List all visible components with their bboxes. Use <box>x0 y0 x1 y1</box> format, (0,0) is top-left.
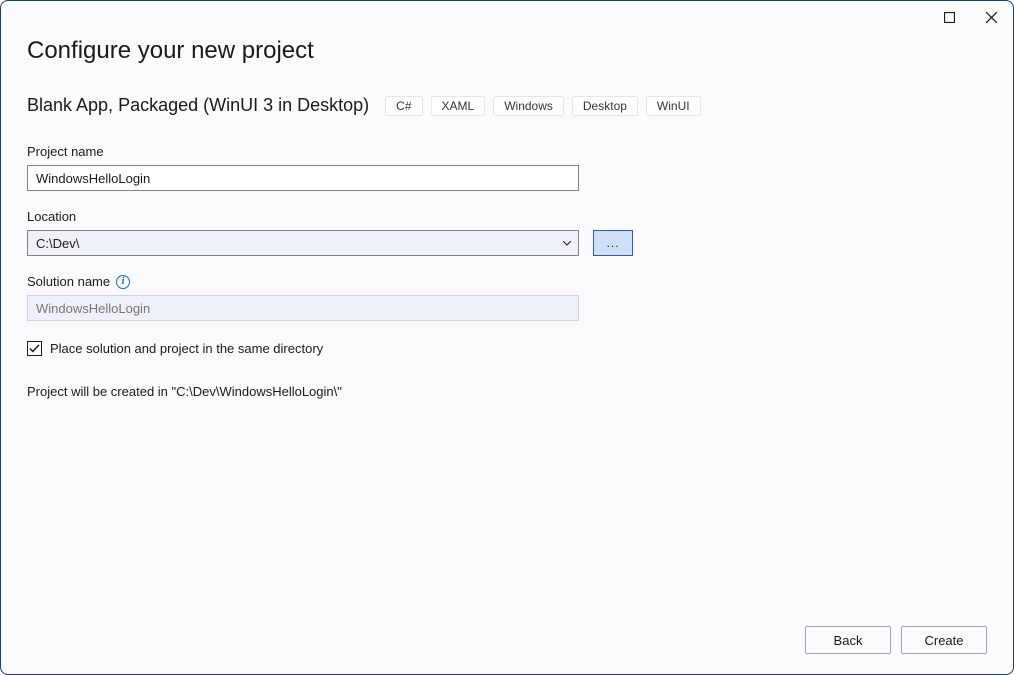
browse-button[interactable]: ... <box>593 230 633 256</box>
footer: Back Create <box>1 626 1013 674</box>
same-directory-label: Place solution and project in the same d… <box>50 341 323 356</box>
project-name-group: Project name <box>27 144 987 191</box>
location-group: Location C:\Dev\ ... <box>27 209 987 256</box>
template-row: Blank App, Packaged (WinUI 3 in Desktop)… <box>27 95 987 116</box>
location-row: C:\Dev\ ... <box>27 230 987 256</box>
chevron-down-icon <box>560 241 574 246</box>
template-name: Blank App, Packaged (WinUI 3 in Desktop) <box>27 95 369 116</box>
location-combo[interactable]: C:\Dev\ <box>27 230 579 256</box>
close-button[interactable] <box>977 3 1005 31</box>
content-area: Configure your new project Blank App, Pa… <box>1 33 1013 626</box>
info-icon[interactable]: i <box>116 275 130 289</box>
template-tags: C# XAML Windows Desktop WinUI <box>385 96 700 116</box>
project-name-label: Project name <box>27 144 987 159</box>
solution-name-label-row: Solution name i <box>27 274 987 289</box>
create-button[interactable]: Create <box>901 626 987 654</box>
tag-windows: Windows <box>493 96 564 116</box>
solution-name-group: Solution name i <box>27 274 987 321</box>
maximize-icon <box>944 12 955 23</box>
same-directory-row: Place solution and project in the same d… <box>27 341 987 356</box>
location-value: C:\Dev\ <box>36 236 560 251</box>
new-project-dialog: Configure your new project Blank App, Pa… <box>0 0 1014 675</box>
back-button[interactable]: Back <box>805 626 891 654</box>
project-name-input[interactable] <box>27 165 579 191</box>
creation-path-summary: Project will be created in "C:\Dev\Windo… <box>27 384 987 399</box>
tag-csharp: C# <box>385 96 422 116</box>
maximize-button[interactable] <box>935 3 963 31</box>
page-title: Configure your new project <box>27 37 987 65</box>
check-icon <box>29 343 40 354</box>
location-label: Location <box>27 209 987 224</box>
solution-name-label: Solution name <box>27 274 110 289</box>
tag-xaml: XAML <box>431 96 486 116</box>
solution-name-input <box>27 295 579 321</box>
close-icon <box>986 12 997 23</box>
titlebar <box>1 1 1013 33</box>
tag-desktop: Desktop <box>572 96 638 116</box>
same-directory-checkbox[interactable] <box>27 341 42 356</box>
tag-winui: WinUI <box>646 96 701 116</box>
